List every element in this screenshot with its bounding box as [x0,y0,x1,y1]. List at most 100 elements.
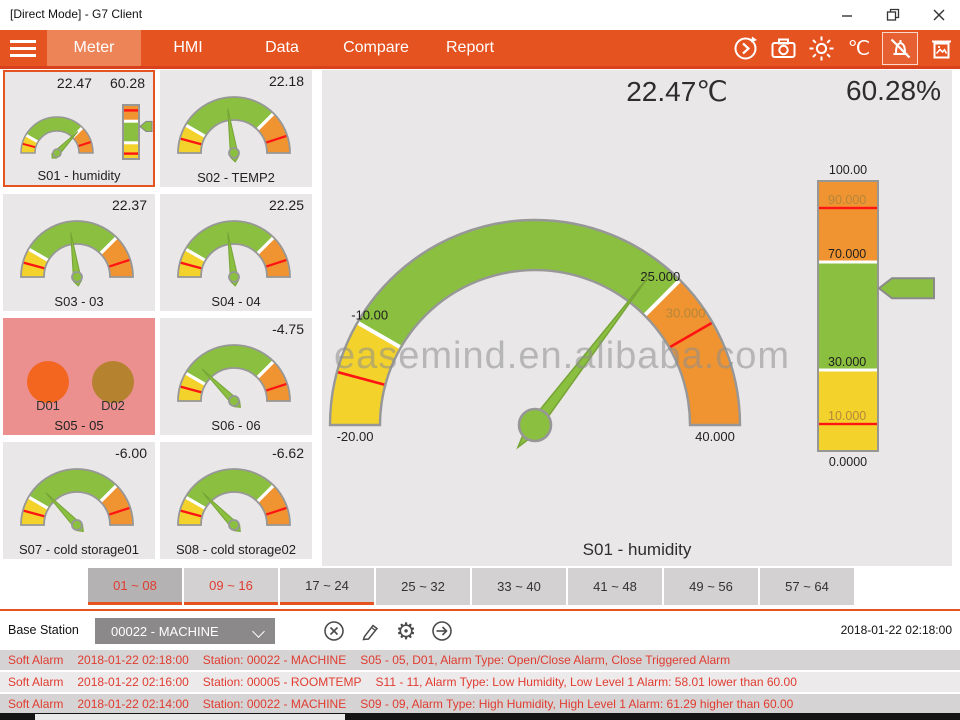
meter-tile-s05[interactable]: D01D02S05 - 05 [3,318,155,435]
svg-text:-10.00: -10.00 [351,308,388,323]
nav-item-hmi[interactable]: HMI [141,30,235,66]
tile-label: S02 - TEMP2 [160,170,312,185]
svg-text:30.000: 30.000 [666,306,706,321]
alarm-type: Soft Alarm [8,653,63,667]
alarm-station: Station: 00022 - MACHINE [203,697,346,711]
taskbar-button [35,714,345,720]
tile-values: 22.25 [269,197,304,213]
titlebar: [Direct Mode] - G7 Client [0,0,960,30]
meter-tile-s06[interactable]: -4.75 S06 - 06 [160,318,312,435]
tab-page-8[interactable]: 57 ~ 64 [760,568,854,605]
minimize-button[interactable] [832,5,862,25]
window-title: [Direct Mode] - G7 Client [10,7,142,21]
base-station-dropdown[interactable]: 00022 - MACHINE [95,618,275,644]
tile-value: 22.37 [112,197,147,213]
alarm-row[interactable]: Soft Alarm 2018-01-22 02:18:00 Station: 00… [0,650,960,670]
base-station-dropdown-value: 00022 - MACHINE [111,624,219,639]
tile-values: 22.4760.28 [57,75,145,91]
timestamp: 2018-01-22 02:18:00 [841,623,952,637]
alarm-type: Soft Alarm [8,675,63,689]
alarm-time: 2018-01-22 02:16:00 [77,675,188,689]
nav-separator [0,66,960,69]
brightness-icon[interactable] [806,33,836,64]
mini-gauge [3,464,151,540]
tile-value: -4.75 [272,321,304,337]
close-button[interactable] [924,5,954,25]
navbar: MeterHMIDataCompareReport [0,30,960,66]
tile-values: -6.62 [272,445,304,461]
close-icon [932,8,946,22]
svg-text:-20.00: -20.00 [337,429,374,444]
tab-page-4[interactable]: 25 ~ 32 [376,568,470,605]
gear-icon[interactable]: ⚙ [394,619,418,643]
tile-label: S08 - cold storage02 [160,542,312,557]
base-station-label: Base Station [8,623,79,637]
tab-page-3[interactable]: 17 ~ 24 [280,568,374,605]
page-tabs: 01 ~ 0809 ~ 1617 ~ 2425 ~ 3233 ~ 4041 ~ … [88,568,854,605]
tile-values: -6.00 [115,445,147,461]
main-meter-panel: -20.00-10.0025.00030.00040.000100.0090.0… [322,70,952,566]
nav-item-data[interactable]: Data [235,30,329,66]
mini-gauge [160,92,308,168]
alarm-detail: S09 - 09, Alarm Type: High Humidity, Hig… [360,697,793,711]
nav-item-meter[interactable]: Meter [47,30,141,66]
meter-tile-s02[interactable]: 22.18 S02 - TEMP2 [160,70,312,187]
alarm-time: 2018-01-22 02:18:00 [77,653,188,667]
alarm-station: Station: 00022 - MACHINE [203,653,346,667]
go-arrow-icon[interactable] [430,619,454,643]
meter-tile-s03[interactable]: 22.37 S03 - 03 [3,194,155,311]
tile-values: 22.37 [112,197,147,213]
edit-icon[interactable] [358,619,382,643]
tile-value: 22.47 [57,75,92,91]
clear-icon[interactable] [322,619,346,643]
tile-label: S03 - 03 [3,294,155,309]
restore-button[interactable] [878,5,908,25]
tile-value: 22.25 [269,197,304,213]
tile-label: S01 - humidity [5,168,153,183]
tab-page-1[interactable]: 01 ~ 08 [88,568,182,605]
tab-page-2[interactable]: 09 ~ 16 [184,568,278,605]
svg-text:0.0000: 0.0000 [829,455,867,469]
alarm-row[interactable]: Soft Alarm2018-01-22 02:14:00Station: 00… [0,694,960,714]
nav-icons: ℃ [730,30,956,66]
tile-label: S06 - 06 [160,418,312,433]
tab-page-6[interactable]: 41 ~ 48 [568,568,662,605]
delete-image-icon[interactable] [926,33,956,64]
meter-tile-s04[interactable]: 22.25S04 - 04 [160,194,312,311]
meter-tile-s01[interactable]: 22.4760.28 S01 - humidity [3,70,155,187]
camera-icon[interactable] [768,33,798,64]
alarm-list: Soft Alarm 2018-01-22 02:18:00 Station: 00… [0,650,960,716]
mini-gauge [5,94,153,170]
mini-gauge [160,340,308,416]
tab-page-7[interactable]: 49 ~ 56 [664,568,758,605]
svg-text:100.00: 100.00 [829,163,867,177]
hamburger-menu-button[interactable] [0,30,47,66]
minimize-icon [840,8,854,22]
tile-label: S07 - cold storage01 [3,542,155,557]
main-gauge-canvas: -20.00-10.0025.00030.00040.000100.0090.0… [322,70,952,566]
temperature-readout: 22.47℃ [592,75,762,108]
tile-values: 22.18 [269,73,304,89]
mini-gauge [3,216,151,292]
alarm-detail: S11 - 11, Alarm Type: Low Humidity, Low … [376,675,797,689]
tile-value: -6.00 [115,445,147,461]
chevron-down-icon [252,625,265,638]
restore-icon [886,8,900,22]
sync-icon[interactable] [730,33,760,64]
tile-label: S05 - 05 [3,418,155,433]
mini-gauge [160,216,308,292]
tile-value: -6.62 [272,445,304,461]
alarm-station: Station: 00005 - ROOMTEMP [203,675,362,689]
alarm-time: 2018-01-22 02:14:00 [77,697,188,711]
alarm-row[interactable]: Soft Alarm 2018-01-22 02:16:00 Station: 00… [0,672,960,692]
meter-tile-s07[interactable]: -6.00 S07 - cold storage01 [3,442,155,559]
alarm-mute-icon[interactable] [882,32,918,65]
svg-text:25.000: 25.000 [640,269,680,284]
alarm-detail: S05 - 05, D01, Alarm Type: Open/Close Al… [360,653,730,667]
tab-page-5[interactable]: 33 ~ 40 [472,568,566,605]
nav-item-compare[interactable]: Compare [329,30,423,66]
nav-item-report[interactable]: Report [423,30,517,66]
celsius-icon[interactable]: ℃ [844,33,874,64]
main-gauge-caption: S01 - humidity [322,540,952,560]
meter-tile-s08[interactable]: -6.62 S08 - cold storage02 [160,442,312,559]
